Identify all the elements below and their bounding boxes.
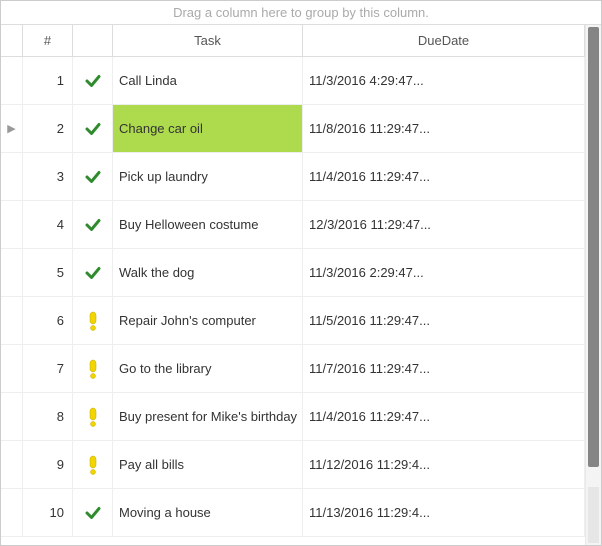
table-row[interactable]: 3 Pick up laundry11/4/2016 11:29:47... <box>1 153 585 201</box>
row-indicator <box>1 393 23 440</box>
check-icon <box>84 504 102 522</box>
cell-number[interactable]: 7 <box>23 345 73 392</box>
check-icon <box>84 120 102 138</box>
table-row[interactable]: 6 Repair John's computer11/5/2016 11:29:4… <box>1 297 585 345</box>
row-indicator <box>1 489 23 536</box>
cell-status[interactable] <box>73 441 113 488</box>
row-indicator <box>1 201 23 248</box>
cell-status[interactable] <box>73 57 113 104</box>
cell-number[interactable]: 2 <box>23 105 73 152</box>
row-indicator <box>1 441 23 488</box>
table-row[interactable]: 8 Buy present for Mike's birthday11/4/201… <box>1 393 585 441</box>
row-indicator: ▶ <box>1 105 23 152</box>
vertical-scrollbar[interactable] <box>585 25 601 545</box>
cell-duedate[interactable]: 11/4/2016 11:29:47... <box>303 393 585 440</box>
table-row[interactable]: 4 Buy Helloween costume12/3/2016 11:29:47… <box>1 201 585 249</box>
cell-duedate[interactable]: 11/12/2016 11:29:4... <box>303 441 585 488</box>
cell-task[interactable]: Buy Helloween costume <box>113 201 303 248</box>
cell-duedate[interactable]: 11/4/2016 11:29:47... <box>303 153 585 200</box>
table-row[interactable]: 1 Call Linda11/3/2016 4:29:47... <box>1 57 585 105</box>
cell-status[interactable] <box>73 489 113 536</box>
cell-number[interactable]: 1 <box>23 57 73 104</box>
row-indicator <box>1 153 23 200</box>
cell-task[interactable]: Repair John's computer <box>113 297 303 344</box>
cell-number[interactable]: 4 <box>23 201 73 248</box>
cell-status[interactable] <box>73 345 113 392</box>
cell-number[interactable]: 5 <box>23 249 73 296</box>
cell-task[interactable]: Walk the dog <box>113 249 303 296</box>
cell-status[interactable] <box>73 297 113 344</box>
table-row[interactable]: 5 Walk the dog11/3/2016 2:29:47... <box>1 249 585 297</box>
row-indicator <box>1 297 23 344</box>
header-duedate[interactable]: DueDate <box>303 25 585 56</box>
cell-duedate[interactable]: 11/5/2016 11:29:47... <box>303 297 585 344</box>
header-number[interactable]: # <box>23 25 73 56</box>
cell-duedate[interactable]: 11/7/2016 11:29:47... <box>303 345 585 392</box>
check-icon <box>84 72 102 90</box>
data-grid[interactable]: Drag a column here to group by this colu… <box>0 0 602 546</box>
cell-number[interactable]: 3 <box>23 153 73 200</box>
cell-status[interactable] <box>73 105 113 152</box>
data-rows: 1 Call Linda11/3/2016 4:29:47... ▶ 2 Change … <box>1 57 585 537</box>
check-icon <box>84 216 102 234</box>
cell-duedate[interactable]: 11/13/2016 11:29:4... <box>303 489 585 536</box>
row-indicator <box>1 249 23 296</box>
warning-icon <box>88 311 98 331</box>
table-row[interactable]: 10 Moving a house11/13/2016 11:29:4... <box>1 489 585 537</box>
header-task[interactable]: Task <box>113 25 303 56</box>
cell-number[interactable]: 6 <box>23 297 73 344</box>
cell-number[interactable]: 10 <box>23 489 73 536</box>
cell-duedate[interactable]: 11/3/2016 2:29:47... <box>303 249 585 296</box>
cell-task[interactable]: Buy present for Mike's birthday <box>113 393 303 440</box>
warning-icon <box>88 407 98 427</box>
row-indicator <box>1 345 23 392</box>
header-status[interactable] <box>73 25 113 56</box>
header-indicator[interactable] <box>1 25 23 56</box>
cell-status[interactable] <box>73 153 113 200</box>
cell-number[interactable]: 9 <box>23 441 73 488</box>
table-row[interactable]: 9 Pay all bills11/12/2016 11:29:4... <box>1 441 585 489</box>
cell-status[interactable] <box>73 201 113 248</box>
current-row-arrow-icon: ▶ <box>7 122 15 135</box>
check-icon <box>84 168 102 186</box>
cell-task[interactable]: Change car oil <box>113 105 303 152</box>
cell-task[interactable]: Go to the library <box>113 345 303 392</box>
cell-task[interactable]: Pick up laundry <box>113 153 303 200</box>
header-row: # Task DueDate <box>1 25 585 57</box>
scroll-thumb[interactable] <box>588 27 599 467</box>
cell-status[interactable] <box>73 249 113 296</box>
cell-task[interactable]: Moving a house <box>113 489 303 536</box>
table-row[interactable]: ▶ 2 Change car oil11/8/2016 11:29:47... <box>1 105 585 153</box>
cell-number[interactable]: 8 <box>23 393 73 440</box>
check-icon <box>84 264 102 282</box>
cell-status[interactable] <box>73 393 113 440</box>
cell-duedate[interactable]: 11/3/2016 4:29:47... <box>303 57 585 104</box>
warning-icon <box>88 455 98 475</box>
table-row[interactable]: 7 Go to the library11/7/2016 11:29:47... <box>1 345 585 393</box>
warning-icon <box>88 359 98 379</box>
scroll-track-gap <box>588 487 599 543</box>
cell-duedate[interactable]: 11/8/2016 11:29:47... <box>303 105 585 152</box>
cell-task[interactable]: Pay all bills <box>113 441 303 488</box>
cell-task[interactable]: Call Linda <box>113 57 303 104</box>
row-indicator <box>1 57 23 104</box>
grid-content: # Task DueDate 1 Call Linda11/3/2016 4:29… <box>1 25 585 545</box>
grid-body: # Task DueDate 1 Call Linda11/3/2016 4:29… <box>1 25 601 545</box>
group-by-panel[interactable]: Drag a column here to group by this colu… <box>1 1 601 25</box>
cell-duedate[interactable]: 12/3/2016 11:29:47... <box>303 201 585 248</box>
